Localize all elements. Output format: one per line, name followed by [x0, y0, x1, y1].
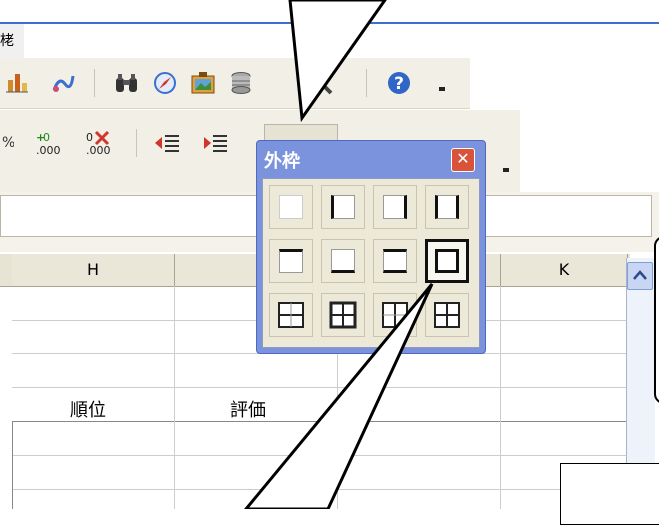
callout-pointers [244, 0, 434, 509]
callout-pointer-top [288, 0, 387, 123]
callout-pointer-bottom [244, 283, 434, 509]
